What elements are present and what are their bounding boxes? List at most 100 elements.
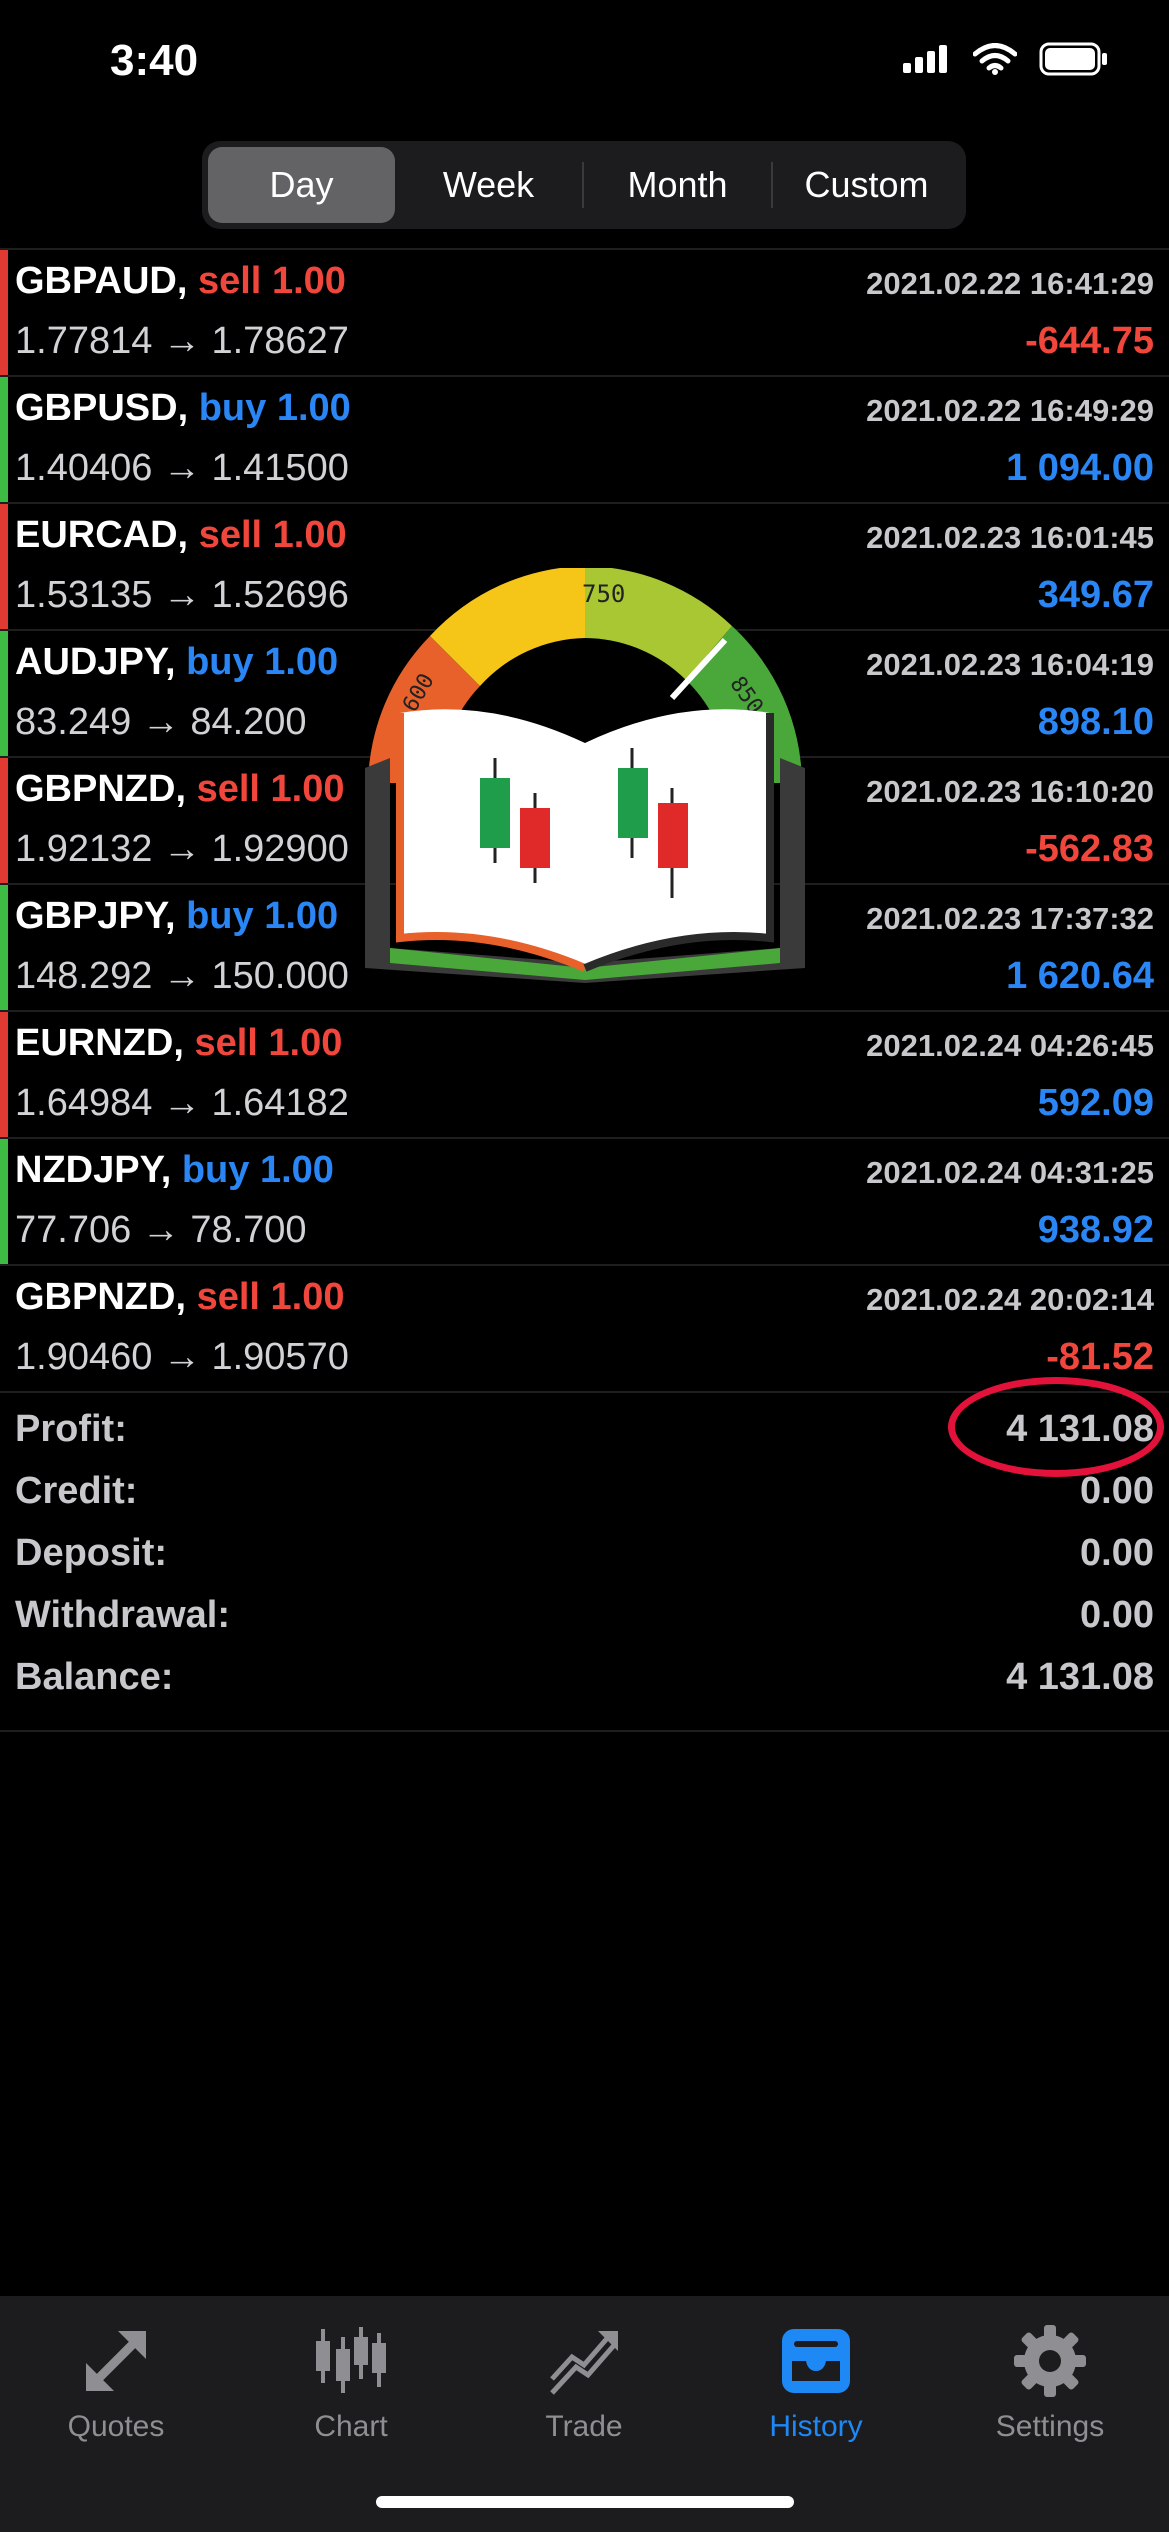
buy-indicator-bar: [0, 885, 8, 1010]
history-inbox-icon: [782, 2329, 850, 2393]
buy-indicator-bar: [0, 1139, 8, 1264]
deal-prices: 148.292 → 150.000: [15, 955, 349, 997]
deal-prices: 77.706 → 78.700: [15, 1209, 307, 1251]
tab-label: Trade: [545, 2410, 623, 2443]
deal-profit: 1 620.64: [1006, 955, 1154, 997]
deal-type: sell: [194, 1022, 258, 1064]
trade-trend-icon: [550, 2331, 618, 2395]
segment-week[interactable]: Week: [395, 147, 582, 223]
deal-type: buy: [181, 1149, 250, 1191]
summary-label: Balance:: [15, 1656, 174, 1698]
status-time: 3:40: [110, 36, 199, 85]
deal-symbol: AUDJPY,: [15, 641, 176, 683]
gear-icon: [1014, 2325, 1086, 2397]
deal-time: 2021.02.23 17:37:32: [866, 901, 1154, 936]
deal-row[interactable]: GBPNZD, sell 1.00 2021.02.24 20:02:14 1.…: [0, 1266, 1169, 1393]
deal-prices: 1.53135 → 1.52696: [15, 574, 349, 616]
deal-volume: 1.00: [272, 514, 347, 556]
deal-prices: 1.90460 → 1.90570: [15, 1336, 349, 1378]
deal-profit: 592.09: [1037, 1082, 1154, 1124]
deal-title: GBPAUD, sell 1.00: [15, 260, 346, 303]
deal-title: GBPNZD, sell 1.00: [15, 768, 344, 811]
segment-day[interactable]: Day: [208, 147, 395, 223]
deal-type: buy: [186, 641, 254, 683]
deal-type: buy: [186, 895, 254, 937]
candle-red: [658, 803, 688, 868]
tab-label: Chart: [314, 2410, 388, 2443]
summary-value: 0.00: [1080, 1594, 1154, 1636]
sell-indicator-bar: [0, 250, 8, 375]
tab-settings[interactable]: Settings: [960, 2316, 1140, 2444]
home-indicator: [376, 2496, 794, 2508]
deal-row[interactable]: NZDJPY, buy 1.00 2021.02.24 04:31:25 77.…: [0, 1139, 1169, 1266]
status-icons: [903, 42, 1109, 76]
deal-profit: 938.92: [1037, 1209, 1154, 1251]
deal-title: NZDJPY, buy 1.00: [15, 1149, 334, 1192]
deal-prices: 83.249 → 84.200: [15, 701, 307, 743]
period-segmented-control: Day Week Month Custom: [202, 141, 966, 229]
battery-icon: [1039, 42, 1107, 76]
deal-row[interactable]: GBPAUD, sell 1.00 2021.02.22 16:41:29 1.…: [0, 250, 1169, 377]
tab-trade[interactable]: Trade: [494, 2316, 674, 2444]
deal-time: 2021.02.22 16:49:29: [866, 393, 1154, 428]
segment-month[interactable]: Month: [584, 147, 771, 223]
tab-history[interactable]: History: [726, 2316, 906, 2444]
wifi-icon: [973, 43, 1017, 75]
deal-title: EURCAD, sell 1.00: [15, 514, 347, 557]
deal-prices: 1.40406 → 1.41500: [15, 447, 349, 489]
deal-symbol: EURCAD,: [15, 514, 189, 556]
deal-symbol: EURNZD,: [15, 1022, 184, 1064]
deal-volume: 1.00: [264, 895, 339, 937]
deal-volume: 1.00: [271, 260, 346, 302]
buy-indicator-bar: [0, 377, 8, 502]
deal-row[interactable]: EURNZD, sell 1.00 2021.02.24 04:26:45 1.…: [0, 1012, 1169, 1139]
summary-label: Withdrawal:: [15, 1594, 230, 1636]
deal-title: AUDJPY, buy 1.00: [15, 641, 338, 684]
summary-row-balance: Balance: 4 131.08: [0, 1646, 1169, 1708]
deal-symbol: GBPJPY,: [15, 895, 176, 937]
candle-green: [618, 768, 648, 838]
sell-indicator-bar: [0, 1012, 8, 1137]
deal-title: GBPJPY, buy 1.00: [15, 895, 338, 938]
deal-time: 2021.02.24 04:26:45: [866, 1028, 1154, 1063]
summary-value: 0.00: [1080, 1532, 1154, 1574]
deal-time: 2021.02.24 04:31:25: [866, 1155, 1154, 1190]
profit-highlight-circle: [948, 1377, 1164, 1477]
summary-value: 4 131.08: [1006, 1656, 1154, 1698]
sell-indicator-bar: [0, 758, 8, 883]
tab-quotes[interactable]: Quotes: [26, 2316, 206, 2444]
deal-type: sell: [197, 260, 262, 302]
status-bar: 3:40: [0, 0, 1169, 130]
summary-label: Credit:: [15, 1470, 138, 1512]
summary-value: 0.00: [1080, 1470, 1154, 1512]
deal-type: sell: [196, 768, 260, 810]
tab-chart[interactable]: Chart: [261, 2316, 441, 2444]
deal-volume: 1.00: [276, 387, 351, 429]
deal-row[interactable]: GBPUSD, buy 1.00 2021.02.22 16:49:29 1.4…: [0, 377, 1169, 504]
deal-time: 2021.02.23 16:10:20: [866, 774, 1154, 809]
tab-label: Settings: [995, 2410, 1105, 2443]
deal-volume: 1.00: [270, 1276, 345, 1318]
summary-label: Profit:: [15, 1408, 127, 1450]
deal-profit: -644.75: [1025, 320, 1154, 362]
deal-profit: -562.83: [1025, 828, 1154, 870]
segment-custom[interactable]: Custom: [773, 147, 960, 223]
deal-time: 2021.02.22 16:41:29: [866, 266, 1154, 301]
tab-label: Quotes: [67, 2410, 165, 2443]
buy-indicator-bar: [0, 631, 8, 756]
deal-profit: 1 094.00: [1006, 447, 1154, 489]
deal-profit: -81.52: [1046, 1336, 1154, 1378]
deal-time: 2021.02.24 20:02:14: [866, 1282, 1154, 1317]
deal-volume: 1.00: [264, 641, 339, 683]
deal-prices: 1.92132 → 1.92900: [15, 828, 349, 870]
summary-row-deposit: Deposit: 0.00: [0, 1522, 1169, 1584]
deal-symbol: NZDJPY,: [15, 1149, 172, 1191]
summary-label: Deposit:: [15, 1532, 167, 1574]
deal-title: EURNZD, sell 1.00: [15, 1022, 342, 1065]
deal-profit: 898.10: [1037, 701, 1154, 743]
summary-row-credit: Credit: 0.00: [0, 1460, 1169, 1522]
deal-volume: 1.00: [268, 1022, 343, 1064]
watermark-logo: 750 600 850: [365, 568, 805, 983]
deal-time: 2021.02.23 16:01:45: [866, 520, 1154, 555]
deal-volume: 1.00: [270, 768, 345, 810]
